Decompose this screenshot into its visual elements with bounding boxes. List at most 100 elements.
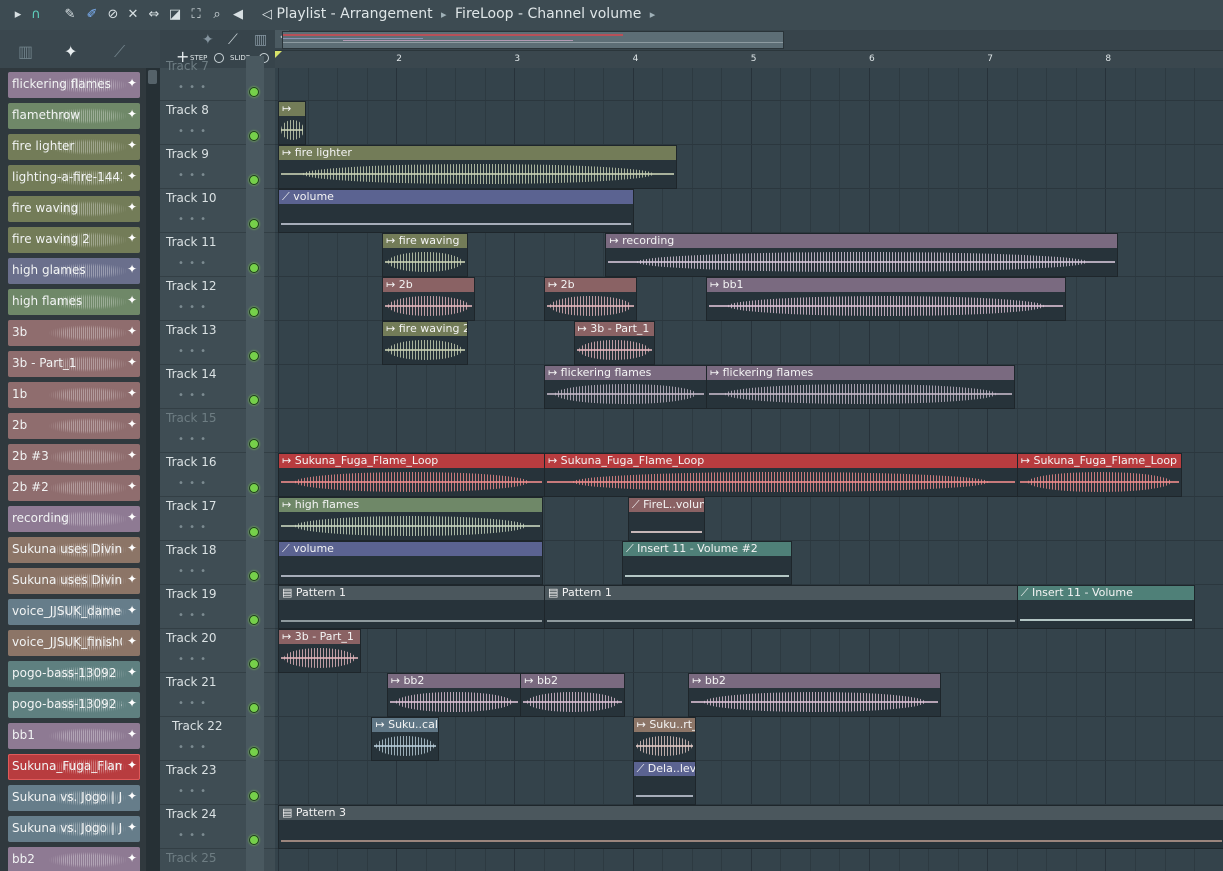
clip-browser-item[interactable]: high glames ✦ xyxy=(8,258,140,284)
track-name[interactable]: Track 16 xyxy=(166,455,216,469)
track-name[interactable]: Track 24 xyxy=(166,807,216,821)
playlist-clip[interactable]: ⟋ volume xyxy=(278,541,543,585)
clip-browser-item[interactable]: voice_JJSUK_finish01 ✦ xyxy=(8,630,140,656)
clip-browser-item[interactable]: bb2 ✦ xyxy=(8,847,140,871)
clip-browser-item[interactable]: flamethrow ✦ xyxy=(8,103,140,129)
track-name[interactable]: Track 14 xyxy=(166,367,216,381)
playlist-clip[interactable]: ↦ 3b - Part_1 xyxy=(573,321,655,365)
clip-browser-item[interactable]: Sukuna vs. Jogo | J... ✦ xyxy=(8,785,140,811)
track-name[interactable]: Track 22 xyxy=(172,719,222,733)
clip-browser-item[interactable]: flickering flames ✦ xyxy=(8,72,140,98)
breadcrumb-channel[interactable]: FireLoop - Channel volume xyxy=(455,6,641,22)
track-mute-led[interactable] xyxy=(249,791,259,801)
clip-browser-item[interactable]: bb1 ✦ xyxy=(8,723,140,749)
track-name[interactable]: Track 20 xyxy=(166,631,216,645)
track-name[interactable]: Track 23 xyxy=(166,763,216,777)
track-mute-led[interactable] xyxy=(249,483,259,493)
select-icon[interactable]: ⛶ xyxy=(188,7,204,23)
playlist-clip[interactable]: ⟋ Insert 11 - Volume xyxy=(1016,585,1196,629)
track-name[interactable]: Track 11 xyxy=(166,235,216,249)
playlist-clip[interactable]: ▤ Pattern 1 xyxy=(278,585,545,629)
track-header[interactable]: Track 8 • • • xyxy=(160,100,275,145)
clip-browser-item[interactable]: fire waving ✦ xyxy=(8,196,140,222)
track-mute-led[interactable] xyxy=(249,131,259,141)
track-mute-led[interactable] xyxy=(249,747,259,757)
playlist-clip[interactable]: ↦ bb1 xyxy=(705,277,1067,321)
track-header[interactable]: Track 12 • • • xyxy=(160,276,275,321)
track-header[interactable]: Track 17 • • • xyxy=(160,496,275,541)
playlist-clip[interactable]: ↦ Suku..cals xyxy=(371,717,439,761)
automation-clip-icon[interactable]: ⟋ xyxy=(228,32,238,48)
track-name[interactable]: Track 25 xyxy=(166,851,216,865)
track-header[interactable]: Track 10 • • • xyxy=(160,188,275,233)
clip-browser-item[interactable]: high flames ✦ xyxy=(8,289,140,315)
mute-icon[interactable]: ✕ xyxy=(125,7,141,23)
playback-icon[interactable]: ◀ xyxy=(230,7,246,23)
track-header[interactable]: Track 16 • • • xyxy=(160,452,275,497)
playlist-clip[interactable]: ⟋ volume xyxy=(278,189,634,233)
track-name[interactable]: Track 7 xyxy=(166,59,209,73)
playlist-clip[interactable]: ↦ bb2 xyxy=(386,673,522,717)
track-header[interactable]: Track 15 • • • xyxy=(160,408,275,453)
audio-picker-icon[interactable]: ✦ xyxy=(64,42,77,61)
browser-scrollbar[interactable] xyxy=(146,68,160,871)
track-mute-led[interactable] xyxy=(249,835,259,845)
slice-icon[interactable]: ◪ xyxy=(167,7,183,23)
playlist-clip[interactable]: ↦ 2b xyxy=(543,277,638,321)
clip-browser-item[interactable]: 2b #2 ✦ xyxy=(8,475,140,501)
playlist-clip[interactable]: ↦ flickering flames xyxy=(543,365,707,409)
clip-browser-item[interactable]: 2b ✦ xyxy=(8,413,140,439)
track-header[interactable]: Track 25• • • xyxy=(160,848,275,871)
track-mute-led[interactable] xyxy=(249,87,259,97)
track-mute-led[interactable] xyxy=(249,527,259,537)
timeline-ruler[interactable]: 2 3 4 5 6 7 8 xyxy=(275,50,1223,68)
playlist-clip[interactable]: ↦ recording xyxy=(605,233,1119,277)
track-header[interactable]: Track 11 • • • xyxy=(160,232,275,277)
clip-browser-item[interactable]: 3b - Part_1 ✦ xyxy=(8,351,140,377)
arrangement-grid[interactable]: ↦ ↦ fire lighter ⟋ volume ↦ fire waving ↦ r… xyxy=(275,68,1223,871)
playlist-clip[interactable]: ↦ xyxy=(278,101,307,145)
playlist-clip[interactable]: ↦ bb2 xyxy=(688,673,941,717)
track-name[interactable]: Track 15 xyxy=(166,411,216,425)
playlist-clip[interactable]: ↦ high flames xyxy=(278,497,543,541)
paint-brush-icon[interactable]: ✐ xyxy=(84,7,100,23)
clip-browser-item[interactable]: Sukuna vs. Jogo | J... ✦ xyxy=(8,816,140,842)
playlist-clip[interactable]: ↦ 3b - Part_1 xyxy=(278,629,361,673)
clip-browser-item[interactable]: pogo-bass-13092 #2 ✦ xyxy=(8,692,140,718)
playlist-clip[interactable]: ↦ flickering flames xyxy=(705,365,1016,409)
track-header[interactable]: Track 21 • • • xyxy=(160,672,275,717)
playlist-clip[interactable]: ↦ bb2 xyxy=(520,673,626,717)
track-header[interactable]: Track 13 • • • xyxy=(160,320,275,365)
playlist-clip[interactable]: ↦ fire lighter xyxy=(278,145,678,189)
clip-browser-item[interactable]: lighting-a-fire-1442... ✦ xyxy=(8,165,140,191)
track-header[interactable]: Track 9 • • • xyxy=(160,144,275,189)
clip-browser-item[interactable]: pogo-bass-13092 ✦ xyxy=(8,661,140,687)
track-mute-led[interactable] xyxy=(249,439,259,449)
delete-icon[interactable]: ⊘ xyxy=(105,7,121,23)
track-name[interactable]: Track 18 xyxy=(166,543,216,557)
menu-arrow-icon[interactable]: ▸ xyxy=(10,7,26,23)
playlist-clip[interactable]: ⟋ FireL..volume xyxy=(627,497,705,541)
zoom-icon[interactable]: ⌕ xyxy=(209,7,225,23)
automation-picker-icon[interactable]: ⟋ xyxy=(114,42,125,62)
track-mute-led[interactable] xyxy=(249,351,259,361)
clip-browser-item[interactable]: recording ✦ xyxy=(8,506,140,532)
track-name[interactable]: Track 12 xyxy=(166,279,216,293)
track-header[interactable]: Track 24 • • • xyxy=(160,804,275,849)
playhead-marker-icon[interactable] xyxy=(275,51,282,58)
breadcrumb-playlist[interactable]: Playlist - Arrangement xyxy=(276,6,432,22)
track-name[interactable]: Track 13 xyxy=(166,323,216,337)
clip-browser-item[interactable]: Sukuna uses Divine F... ✦ xyxy=(8,568,140,594)
track-name[interactable]: Track 21 xyxy=(166,675,216,689)
track-mute-led[interactable] xyxy=(249,307,259,317)
track-mute-led[interactable] xyxy=(249,615,259,625)
track-header[interactable]: Track 19 • • • xyxy=(160,584,275,629)
track-header[interactable]: Track 14 • • • xyxy=(160,364,275,409)
track-name[interactable]: Track 8 xyxy=(166,103,209,117)
playlist-clip[interactable]: ▤ Pattern 3 xyxy=(278,805,1223,849)
track-mute-led[interactable] xyxy=(249,263,259,273)
track-mute-led[interactable] xyxy=(249,659,259,669)
playlist-clip[interactable]: ⟋ Dela..level xyxy=(632,761,697,805)
clip-browser-item[interactable]: fire lighter ✦ xyxy=(8,134,140,160)
audio-clip-icon[interactable]: ✦ xyxy=(202,32,214,48)
